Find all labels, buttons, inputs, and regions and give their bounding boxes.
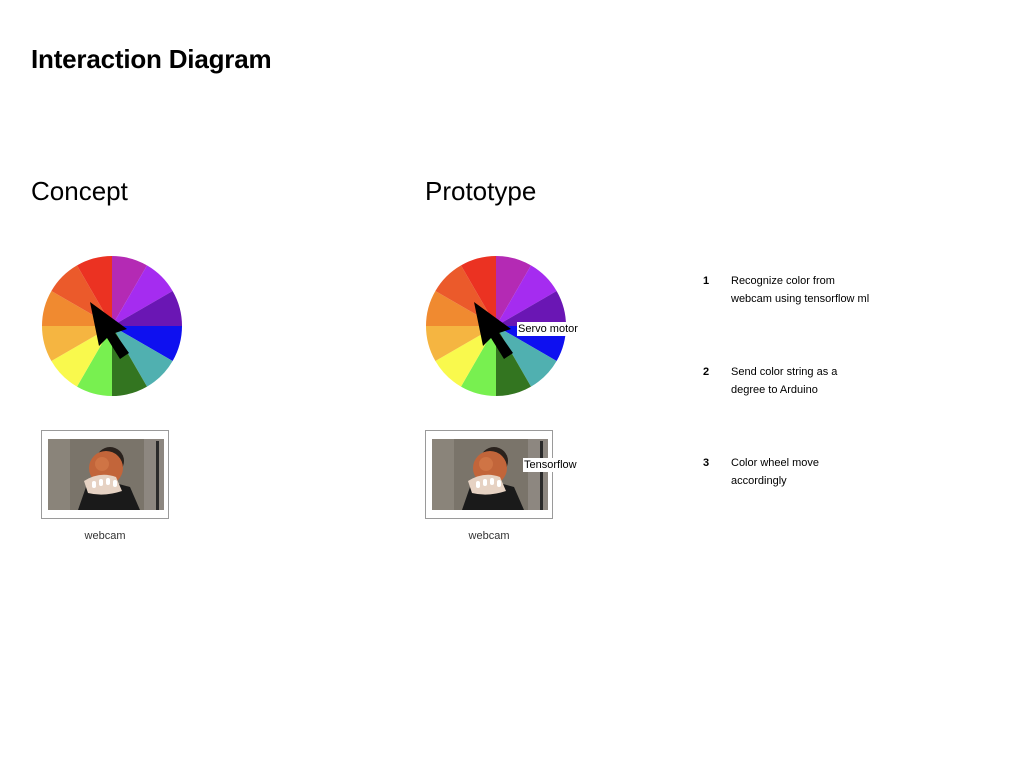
webcam-image [432,439,548,510]
prototype-webcam-frame [425,430,553,519]
tensorflow-label: Tensorflow [523,458,578,472]
step-number: 2 [703,366,710,378]
step-number: 3 [703,457,710,469]
concept-webcam-caption: webcam [84,530,126,542]
concept-color-wheel [42,256,182,396]
servo-motor-label: Servo motor [517,322,579,336]
concept-webcam-frame [41,430,169,519]
prototype-heading: Prototype [425,176,537,206]
step-text-line: Color wheel move [731,457,820,469]
step-text-line: degree to Arduino [731,384,818,396]
step-text-line: accordingly [731,475,787,487]
concept-heading: Concept [31,176,128,206]
step-number: 1 [703,275,710,287]
prototype-webcam-caption: webcam [468,530,510,542]
step-text: Recognize color from webcam using tensor… [731,272,921,308]
step-text: Color wheel move accordingly [731,454,921,490]
step-text-line: Send color string as a [731,366,838,378]
step-text: Send color string as a degree to Arduino [731,363,921,399]
webcam-image [48,439,164,510]
step-text-line: Recognize color from [731,275,835,287]
step-text-line: webcam using tensorflow ml [731,293,870,305]
page-title: Interaction Diagram [31,44,272,74]
